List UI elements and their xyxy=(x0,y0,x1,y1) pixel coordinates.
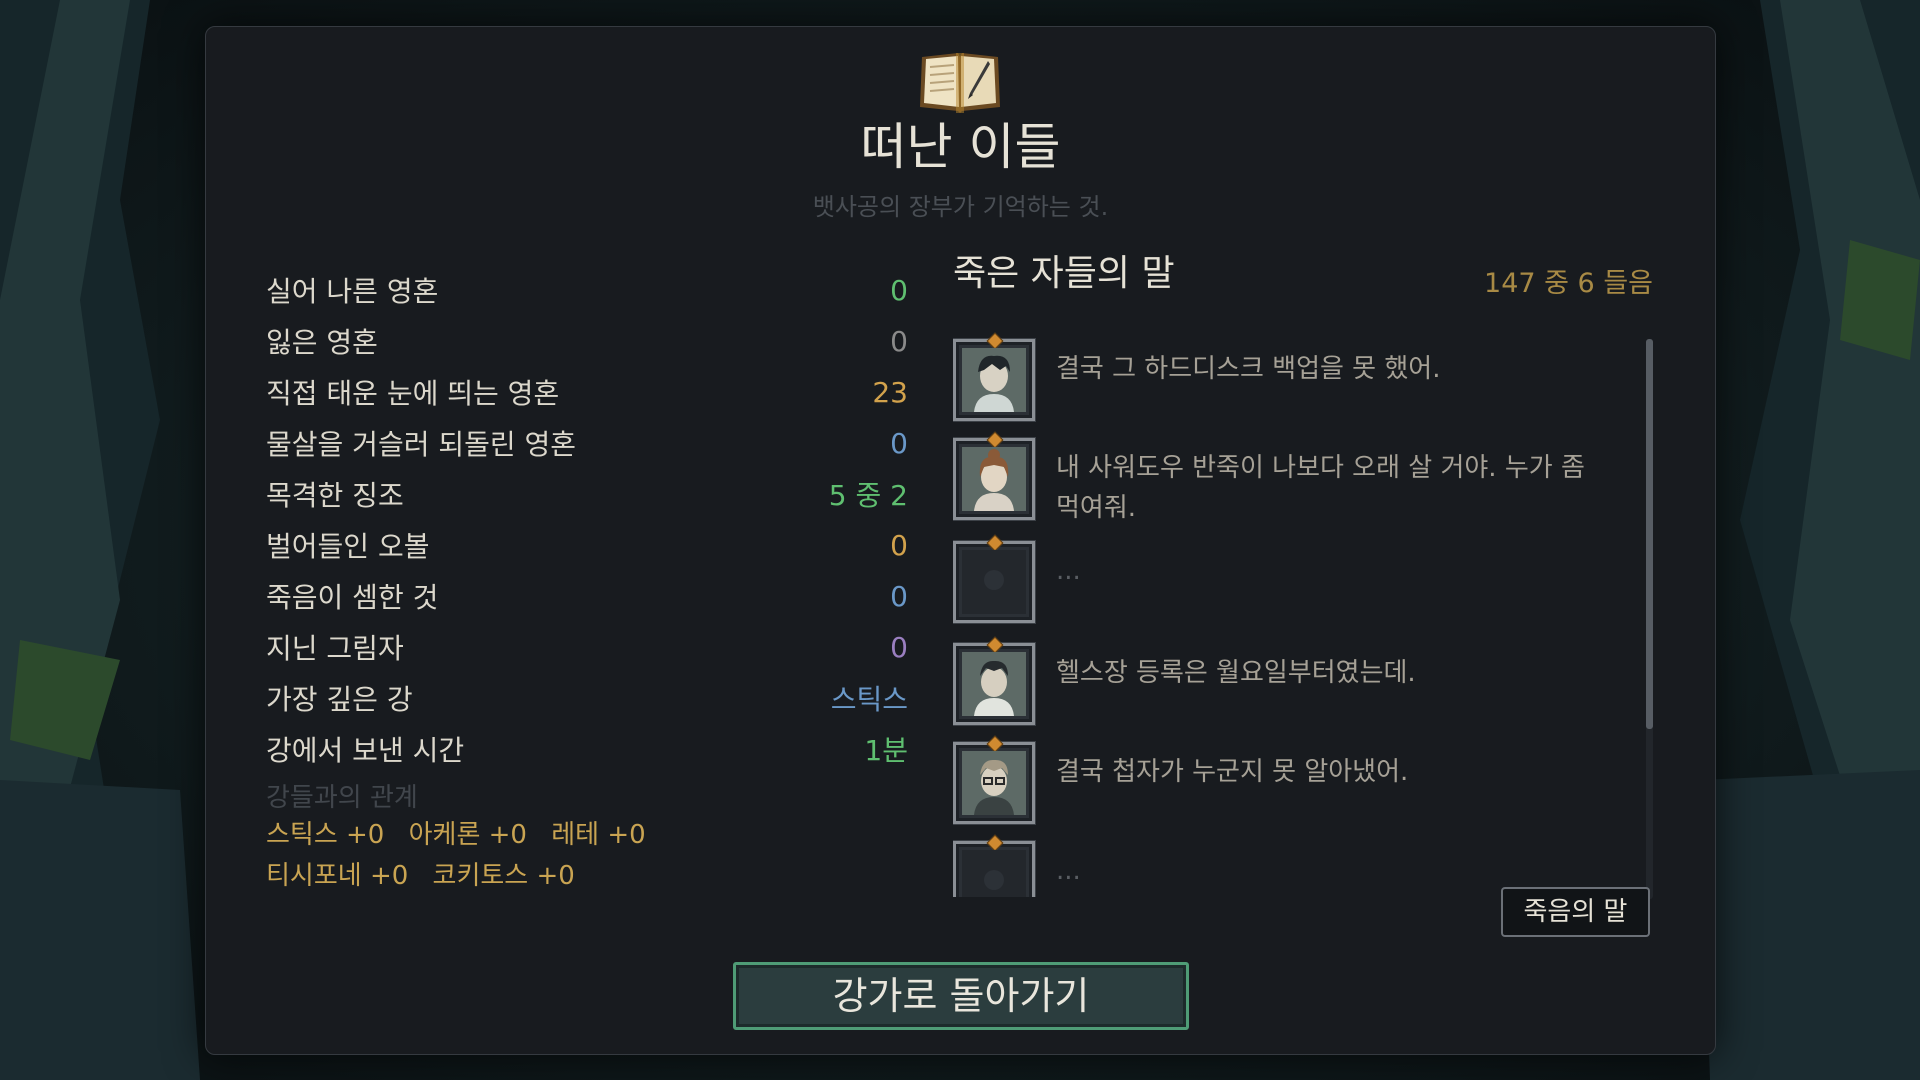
stat-row: 잃은 영혼 0 xyxy=(266,321,908,361)
stat-value: 0 xyxy=(890,324,908,358)
last-words-text: 결국 첩자가 누군지 못 알아냈어. xyxy=(1056,757,1409,787)
last-words-text: 내 사워도우 반죽이 나보다 오래 살 거야. 누가 좀 먹여줘. xyxy=(1056,453,1585,523)
stat-label: 실어 나른 영혼 xyxy=(266,275,439,308)
stat-value: 5 중 2 xyxy=(828,479,908,512)
last-words-entry: 결국 첩자가 누군지 못 알아냈어. xyxy=(953,735,1593,828)
stat-row: 지닌 그림자 0 xyxy=(266,627,908,667)
last-words-entry: 결국 그 하드디스크 백업을 못 했어. xyxy=(953,332,1593,425)
last-words-text: ... xyxy=(1056,556,1081,586)
stat-label: 직접 태운 눈에 띄는 영혼 xyxy=(266,377,560,410)
last-words-entry: 헬스장 등록은 월요일부터였는데. xyxy=(953,636,1593,729)
page-subtitle: 뱃사공의 장부가 기억하는 것. xyxy=(812,193,1109,221)
relations-heading: 강들과의 관계 xyxy=(266,783,418,813)
young-man-portrait xyxy=(953,636,1036,726)
last-words-text: 헬스장 등록은 월요일부터였는데. xyxy=(1056,658,1416,688)
relation-item: 레테 +0 xyxy=(551,820,646,850)
stat-value: 1분 xyxy=(864,734,908,767)
brown-haired-woman-portrait xyxy=(953,431,1036,521)
departed-panel: 떠난 이들 뱃사공의 장부가 기억하는 것. 실어 나른 영혼 0 잃은 영혼 … xyxy=(205,26,1716,1055)
person-icon xyxy=(962,447,1026,511)
last-words-title: 죽은 자들의 말 xyxy=(953,253,1175,294)
stat-value: 0 xyxy=(890,528,908,562)
stat-value: 0 xyxy=(890,630,908,664)
stat-label: 강에서 보낸 시간 xyxy=(266,734,465,767)
silhouette-icon xyxy=(962,550,1026,614)
last-words-text: ... xyxy=(1056,856,1081,886)
person-icon xyxy=(962,348,1026,412)
stat-row: 죽음이 셈한 것 0 xyxy=(266,576,908,616)
stat-value: 0 xyxy=(890,273,908,307)
stat-row: 목격한 징조 5 중 2 xyxy=(266,474,908,514)
stat-label: 목격한 징조 xyxy=(266,479,404,512)
stat-value: 0 xyxy=(890,579,908,613)
stat-label: 지닌 그림자 xyxy=(266,632,404,665)
last-words-entry: 내 사워도우 반죽이 나보다 오래 살 거야. 누가 좀 먹여줘. xyxy=(953,431,1593,524)
open-book-quill-icon xyxy=(920,53,1000,113)
stat-label: 벌어들인 오볼 xyxy=(266,530,430,563)
last-words-entry: ... xyxy=(953,834,1593,897)
stat-label: 가장 깊은 강 xyxy=(266,683,413,716)
gem-icon xyxy=(986,735,1004,753)
stat-row: 물살을 거슬러 되돌린 영혼 0 xyxy=(266,423,908,463)
stat-row: 가장 깊은 강 스틱스 xyxy=(266,678,908,718)
return-to-riverbank-button[interactable]: 강가로 돌아가기 xyxy=(733,962,1189,1030)
stat-row: 실어 나른 영혼 0 xyxy=(266,270,908,310)
locked-portrait xyxy=(953,534,1036,624)
stat-value: 0 xyxy=(890,426,908,460)
scrollbar[interactable] xyxy=(1646,339,1653,899)
glasses-man-portrait xyxy=(953,735,1036,825)
last-words-text: 결국 그 하드디스크 백업을 못 했어. xyxy=(1056,354,1441,384)
relations-list: 스틱스 +0 아케론 +0 레테 +0 티시포네 +0 코키토스 +0 xyxy=(266,815,826,897)
death-words-button[interactable]: 죽음의 말 xyxy=(1501,887,1650,937)
gem-icon xyxy=(986,636,1004,654)
gem-icon xyxy=(986,332,1004,350)
dark-haired-man-portrait xyxy=(953,332,1036,422)
last-words-count: 147 중 6 들음 xyxy=(1484,268,1653,299)
stat-value: 스틱스 xyxy=(830,683,908,716)
stat-label: 물살을 거슬러 되돌린 영혼 xyxy=(266,428,577,461)
stat-label: 잃은 영혼 xyxy=(266,326,378,359)
relation-item: 아케론 +0 xyxy=(408,820,527,850)
stat-row: 벌어들인 오볼 0 xyxy=(266,525,908,565)
page-title: 떠난 이들 xyxy=(860,118,1061,176)
relation-item: 스틱스 +0 xyxy=(266,820,385,850)
gem-icon xyxy=(986,431,1004,449)
gem-icon xyxy=(986,834,1004,852)
silhouette-icon xyxy=(962,850,1026,897)
gem-icon xyxy=(986,534,1004,552)
stat-label: 죽음이 셈한 것 xyxy=(266,581,439,614)
stat-value: 23 xyxy=(872,375,908,409)
locked-portrait xyxy=(953,834,1036,897)
person-icon xyxy=(962,652,1026,716)
relation-item: 티시포네 +0 xyxy=(266,861,409,891)
stat-row: 강에서 보낸 시간 1분 xyxy=(266,729,908,769)
last-words-list[interactable]: 결국 그 하드디스크 백업을 못 했어. 내 사워도우 반죽이 나보다 오래 살… xyxy=(953,311,1608,897)
last-words-entry: ... xyxy=(953,534,1593,627)
scrollbar-thumb[interactable] xyxy=(1646,339,1653,729)
person-icon xyxy=(962,751,1026,815)
stat-row: 직접 태운 눈에 띄는 영혼 23 xyxy=(266,372,908,412)
relation-item: 코키토스 +0 xyxy=(432,861,575,891)
